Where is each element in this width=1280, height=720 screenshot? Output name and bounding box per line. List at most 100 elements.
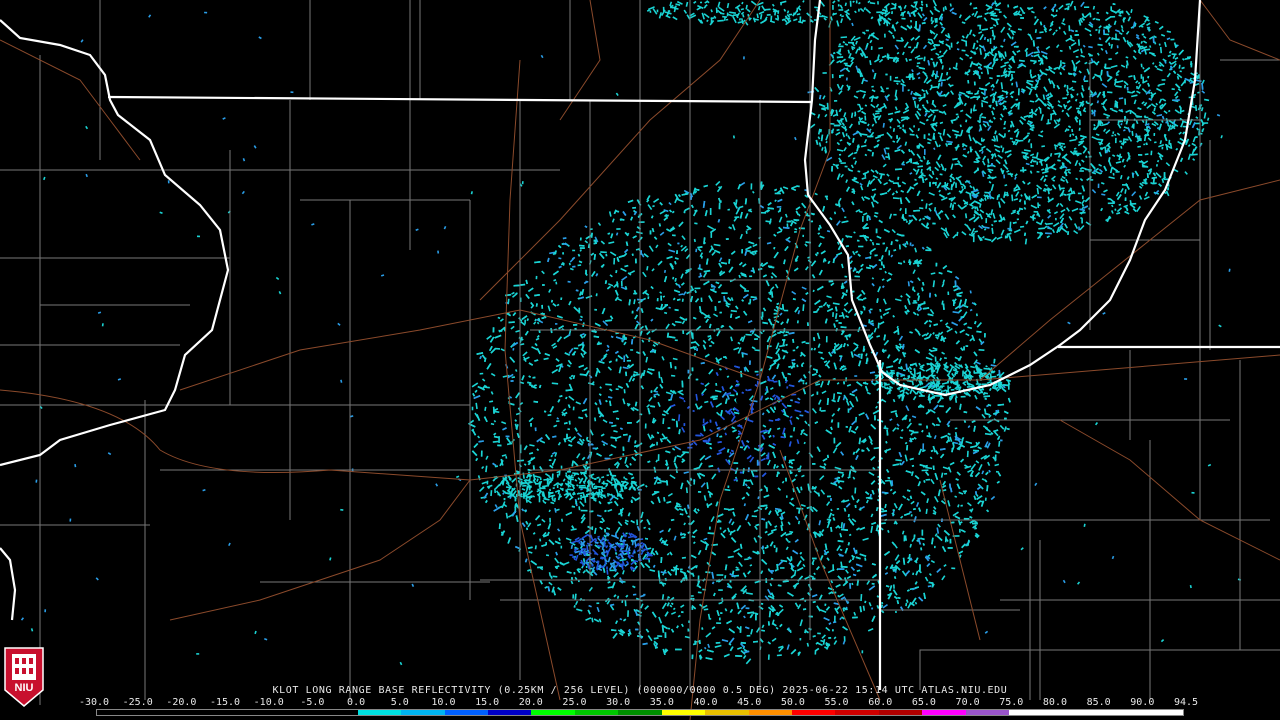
echo-pixel	[600, 251, 607, 254]
echo-pixel	[770, 291, 774, 298]
echo-pixel	[773, 380, 778, 383]
echo-pixel	[682, 451, 689, 454]
echo-pixel	[749, 564, 753, 567]
echo-pixel	[664, 214, 669, 217]
echo-pixel	[969, 509, 973, 512]
echo-pixel	[679, 513, 684, 516]
echo-pixel	[553, 497, 556, 503]
echo-pixel	[830, 526, 833, 532]
radar-map	[0, 0, 1280, 720]
echo-pixel	[995, 450, 1000, 454]
echo-pixel	[881, 278, 885, 281]
echo-pixel	[594, 417, 597, 422]
echo-pixel	[845, 235, 853, 238]
echo-pixel	[986, 404, 989, 408]
echo-pixel	[861, 449, 864, 452]
echo-pixel	[681, 536, 686, 539]
echo-pixel	[500, 531, 504, 536]
echo-pixel	[720, 261, 728, 265]
echo-pixel	[669, 361, 673, 369]
echo-pixel	[526, 318, 529, 322]
echo-pixel	[556, 303, 560, 307]
echo-pixel	[871, 277, 875, 280]
echo-pixel	[611, 629, 617, 632]
echo-pixel	[532, 465, 535, 470]
echo-pixel	[690, 195, 693, 200]
echo-pixel	[631, 253, 634, 256]
echo-pixel	[813, 347, 817, 351]
echo-pixel	[630, 499, 633, 504]
echo-pixel	[799, 414, 804, 417]
echo-pixel	[505, 512, 509, 519]
echo-pixel	[976, 330, 982, 333]
echo-pixel	[799, 551, 803, 555]
echo-pixel	[897, 596, 901, 600]
echo-pixel	[579, 318, 583, 321]
echo-pixel	[547, 414, 552, 417]
echo-pixel	[954, 436, 958, 441]
echo-pixel	[541, 317, 545, 320]
echo-pixel	[750, 407, 753, 414]
echo-pixel	[869, 251, 872, 255]
echo-pixel	[908, 429, 915, 433]
echo-pixel	[933, 323, 938, 326]
echo-pixel	[703, 646, 707, 650]
echo-pixel	[997, 403, 1005, 406]
echo-pixel	[651, 227, 655, 233]
echo-pixel	[811, 212, 815, 216]
echo-pixel	[770, 275, 774, 279]
echo-pixel	[839, 548, 843, 551]
echo-pixel	[697, 508, 700, 512]
echo-pixel	[679, 533, 685, 536]
echo-pixel	[593, 485, 597, 488]
echo-pixel	[558, 470, 561, 476]
echo-pixel	[634, 440, 637, 444]
echo-pixel	[610, 335, 614, 338]
echo-pixel	[610, 436, 617, 439]
echo-pixel	[846, 343, 850, 347]
echo-pixel	[840, 565, 848, 568]
echo-pixel	[662, 418, 665, 425]
echo-pixel	[859, 606, 862, 613]
echo-pixel	[927, 585, 932, 588]
echo-pixel	[936, 527, 940, 534]
echo-pixel	[727, 555, 734, 559]
echo-pixel	[730, 309, 737, 313]
echo-pixel	[930, 272, 936, 275]
echo-pixel	[555, 508, 560, 512]
echo-pixel	[668, 306, 671, 309]
echo-pixel	[584, 468, 588, 473]
echo-pixel	[893, 249, 897, 252]
echo-pixel	[527, 546, 533, 550]
echo-pixel	[536, 321, 540, 325]
echo-pixel	[876, 595, 880, 598]
echo-pixel	[661, 480, 668, 483]
echo-pixel	[885, 441, 888, 444]
echo-pixel	[737, 424, 743, 427]
echo-pixel	[774, 507, 781, 511]
echo-pixel	[715, 281, 720, 285]
echo-pixel	[932, 280, 936, 288]
echo-pixel	[794, 227, 798, 231]
echo-pixel	[931, 537, 934, 545]
echo-pixel	[914, 586, 920, 589]
echo-pixel	[834, 306, 838, 312]
echo-pixel	[497, 316, 501, 320]
echo-pixel	[524, 558, 528, 563]
echo-pixel	[602, 443, 606, 447]
echo-pixel	[870, 607, 874, 610]
echo-pixel	[940, 472, 944, 478]
echo-pixel	[550, 328, 553, 334]
echo-pixel	[534, 359, 539, 362]
echo-pixel	[963, 420, 967, 423]
echo-pixel	[772, 434, 775, 438]
echo-pixel	[826, 397, 829, 405]
echo-pixel	[905, 363, 908, 370]
echo-pixel	[764, 546, 769, 550]
echo-pixel	[674, 278, 677, 282]
echo-pixel	[514, 419, 518, 422]
echo-pixel	[815, 383, 821, 386]
echo-pixel	[650, 405, 656, 408]
echo-pixel	[773, 406, 777, 410]
echo-pixel	[956, 294, 962, 297]
